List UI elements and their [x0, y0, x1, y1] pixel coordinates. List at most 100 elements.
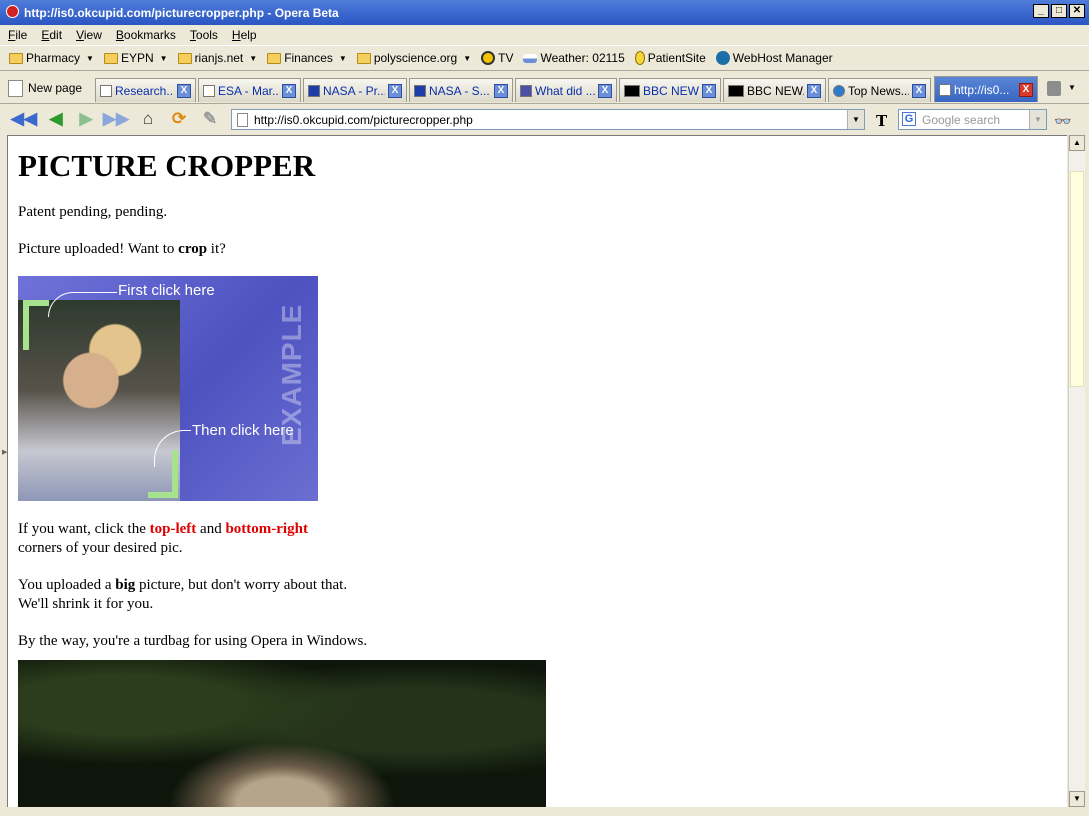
tab-research[interactable]: Research... X	[95, 78, 196, 102]
fast-forward-icon[interactable]: ▶▶	[103, 109, 129, 129]
page-title: PICTURE CROPPER	[18, 148, 316, 183]
back-icon[interactable]: ◀	[46, 109, 66, 129]
tab-esa[interactable]: ESA - Mar... X	[198, 78, 301, 102]
tab-close-icon[interactable]: X	[282, 83, 296, 98]
tab-what-did[interactable]: What did ... X	[515, 78, 617, 102]
nasa-favicon-icon	[414, 84, 426, 97]
opera-logo-icon	[6, 5, 19, 18]
menu-file[interactable]: File	[8, 28, 27, 42]
title-bar: http://is0.okcupid.com/picturecropper.ph…	[0, 0, 1089, 25]
tab-close-icon[interactable]: X	[1019, 82, 1033, 97]
tab-label: Top News...	[848, 83, 909, 98]
uploaded-post: it?	[207, 241, 226, 257]
menu-bar: File Edit View Bookmarks Tools Help	[0, 25, 1089, 45]
bookmark-tv[interactable]: TV	[481, 51, 513, 65]
maximize-button[interactable]: □	[1051, 4, 1067, 18]
scroll-down-icon[interactable]: ▼	[1069, 791, 1085, 807]
menu-tools[interactable]: Tools	[190, 28, 218, 42]
bookmark-folder-polyscience[interactable]: polyscience.org ▼	[356, 51, 471, 65]
tab-close-icon[interactable]: X	[598, 83, 612, 98]
big-word: big	[115, 577, 136, 593]
bookmark-folder-rianjs[interactable]: rianjs.net ▼	[177, 51, 258, 65]
search-box[interactable]: G Google search ▼	[898, 109, 1047, 130]
tab-close-icon[interactable]: X	[702, 83, 716, 98]
google-icon[interactable]: G	[902, 112, 916, 126]
bbc-favicon-icon	[728, 84, 744, 97]
bookmark-patientsite[interactable]: PatientSite	[634, 51, 706, 65]
tab-picturecropper[interactable]: http://is0... X	[934, 76, 1038, 102]
tab-label: ESA - Mar...	[218, 83, 279, 98]
close-button[interactable]: ✕	[1069, 4, 1085, 18]
chevron-down-icon[interactable]: ▼	[1068, 83, 1076, 92]
top-left-bracket	[23, 300, 49, 350]
instr-line2: corners of your desired pic.	[18, 540, 183, 556]
status-bar	[0, 807, 1089, 816]
tab-bbc-news-1[interactable]: BBC NEW... X	[619, 78, 721, 102]
big-picture-text: You uploaded a big picture, but don't wo…	[18, 576, 347, 614]
bookmark-label: Finances	[284, 51, 333, 65]
tab-close-icon[interactable]: X	[388, 83, 402, 98]
opera-note: By the way, you're a turdbag for using O…	[18, 633, 368, 649]
menu-help[interactable]: Help	[232, 28, 257, 42]
tab-label: What did ...	[535, 83, 595, 98]
glasses-icon[interactable]: 👓	[1054, 113, 1071, 130]
globe-favicon-icon	[833, 84, 845, 97]
menu-view[interactable]: View	[76, 28, 102, 42]
vertical-scrollbar[interactable]: ▲ ▼	[1068, 135, 1085, 807]
menu-edit[interactable]: Edit	[41, 28, 62, 42]
chevron-down-icon: ▼	[249, 53, 258, 63]
uploaded-pre: Picture uploaded! Want to	[18, 241, 179, 257]
address-url[interactable]: http://is0.okcupid.com/picturecropper.ph…	[254, 113, 473, 127]
tab-close-icon[interactable]: X	[494, 83, 508, 98]
chevron-down-icon[interactable]: ▼	[847, 110, 864, 129]
chevron-down-icon[interactable]: ▼	[1029, 110, 1046, 129]
search-input[interactable]: Google search	[922, 113, 1000, 127]
big-pre: You uploaded a	[18, 577, 116, 593]
scroll-up-icon[interactable]: ▲	[1069, 135, 1085, 151]
subtitle-text: Patent pending, pending.	[18, 204, 168, 220]
bookmark-label: PatientSite	[647, 51, 706, 65]
uploaded-picture[interactable]	[18, 660, 546, 807]
bookmark-label: TV	[498, 51, 514, 65]
folder-icon	[356, 52, 371, 64]
navigation-bar: ◀◀ ◀ ▶ ▶▶ ⌂ ⟳ ✎ http://is0.okcupid.com/p…	[0, 104, 1089, 134]
bookmark-folder-pharmacy[interactable]: Pharmacy ▼	[9, 51, 94, 65]
bookmark-bar: Pharmacy ▼ EYPN ▼ rianjs.net ▼ Finances …	[0, 45, 1089, 71]
example-watermark: EXAMPLE	[276, 303, 307, 446]
scrollbar-thumb[interactable]	[1070, 171, 1084, 387]
chevron-down-icon: ▼	[86, 53, 94, 63]
tab-close-icon[interactable]: X	[912, 83, 926, 98]
tab-close-icon[interactable]: X	[807, 83, 821, 98]
arrow-icon	[48, 292, 117, 317]
home-icon[interactable]: ⌂	[138, 109, 158, 129]
page-favicon-icon	[203, 84, 215, 97]
bookmark-weather[interactable]: Weather: 02115	[523, 51, 625, 65]
bookmark-folder-eypn[interactable]: EYPN ▼	[103, 51, 168, 65]
tab-close-icon[interactable]: X	[177, 83, 191, 98]
instr-pre: If you want, click the	[18, 521, 150, 537]
minimize-button[interactable]: _	[1033, 4, 1049, 18]
reload-icon[interactable]: ⟳	[169, 109, 189, 129]
tab-nasa-pr[interactable]: NASA - Pr... X	[303, 78, 407, 102]
bbc-favicon-icon	[624, 84, 640, 97]
nasa-favicon-icon	[308, 84, 320, 97]
trash-icon[interactable]	[1047, 81, 1061, 96]
tab-label: BBC NEW...	[747, 83, 804, 98]
nyt-search-icon[interactable]: T	[876, 112, 887, 130]
bookmark-folder-finances[interactable]: Finances ▼	[267, 51, 347, 65]
menu-bookmarks[interactable]: Bookmarks	[116, 28, 176, 42]
edit-pen-icon[interactable]: ✎	[200, 109, 220, 129]
bookmark-webhost[interactable]: WebHost Manager	[715, 51, 833, 65]
bookmark-label: polyscience.org	[373, 51, 458, 65]
rewind-icon[interactable]: ◀◀	[11, 109, 37, 129]
address-bar[interactable]: http://is0.okcupid.com/picturecropper.ph…	[231, 109, 865, 130]
big-post: picture, but don't worry about that.	[135, 577, 348, 593]
tab-label: BBC NEW...	[643, 83, 699, 98]
tab-nasa-s[interactable]: NASA - S... X	[409, 78, 513, 102]
big-line2: We'll shrink it for you.	[18, 596, 154, 612]
tab-top-news[interactable]: Top News... X	[828, 78, 931, 102]
forward-icon[interactable]: ▶	[76, 109, 96, 129]
folder-icon	[267, 52, 282, 64]
tab-bbc-news-2[interactable]: BBC NEW... X	[723, 78, 826, 102]
new-page-button[interactable]: New page	[8, 76, 82, 100]
